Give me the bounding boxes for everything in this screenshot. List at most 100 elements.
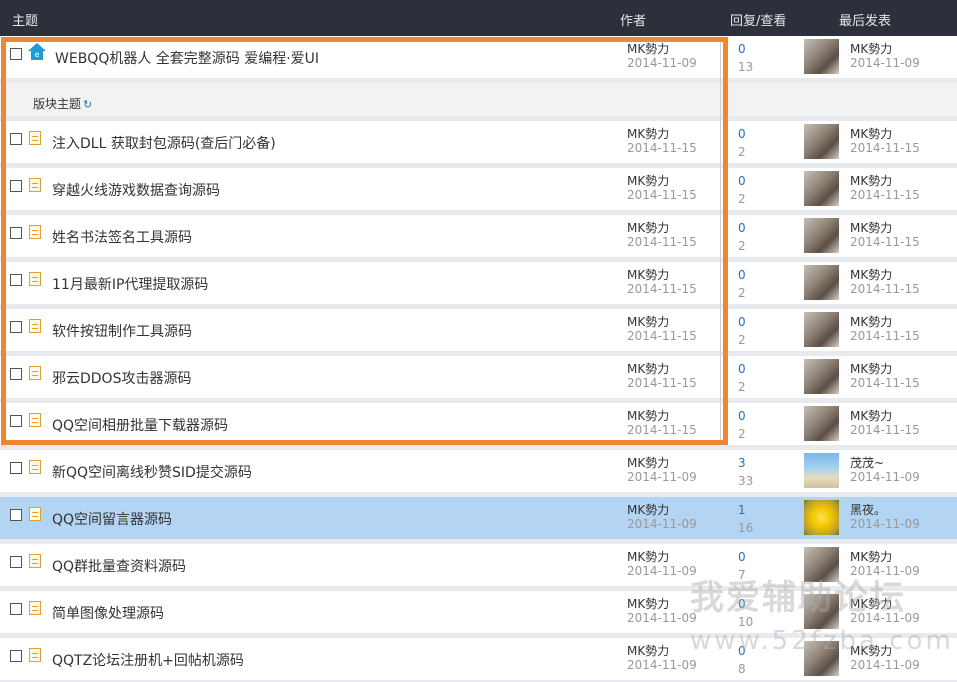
row-checkbox[interactable]	[10, 650, 22, 662]
thread-author: MK勢力 2014-11-09	[627, 503, 697, 531]
avatar[interactable]	[804, 124, 839, 159]
avatar[interactable]	[804, 359, 839, 394]
last-post: MK勢力 2014-11-15	[850, 174, 920, 202]
thread-title-link[interactable]: QQTZ论坛注册机+回帖机源码	[52, 650, 244, 670]
reply-count[interactable]: 0	[738, 360, 746, 378]
thread-title-link[interactable]: 邪云DDOS攻击器源码	[52, 368, 191, 388]
last-post-user-link[interactable]: MK勢力	[850, 127, 892, 141]
avatar[interactable]	[804, 500, 839, 535]
last-post-date: 2014-11-15	[850, 141, 920, 155]
thread-title-link[interactable]: 软件按钮制作工具源码	[52, 321, 192, 341]
author-link[interactable]: MK勢力	[627, 644, 669, 658]
thread-title-link[interactable]: QQ群批量查资料源码	[52, 556, 186, 576]
author-link[interactable]: MK勢力	[627, 597, 669, 611]
section-row: 版块主题 ↻	[0, 83, 957, 121]
reply-count[interactable]: 3	[738, 454, 753, 472]
row-checkbox[interactable]	[10, 180, 22, 192]
thread-author: MK勢力 2014-11-09	[627, 644, 697, 672]
reply-view-counts: 0 13	[738, 40, 753, 76]
reply-count[interactable]: 0	[738, 172, 746, 190]
author-link[interactable]: MK勢力	[627, 174, 669, 188]
last-post-user-link[interactable]: MK勢力	[850, 409, 892, 423]
document-icon	[29, 648, 41, 662]
row-checkbox[interactable]	[10, 556, 22, 568]
view-count: 33	[738, 474, 754, 488]
last-post-user-link[interactable]: MK勢力	[850, 42, 892, 56]
view-count: 13	[738, 60, 754, 74]
thread-title-link[interactable]: 简单图像处理源码	[52, 603, 164, 623]
author-link[interactable]: MK勢力	[627, 503, 669, 517]
svg-text:e: e	[35, 50, 40, 59]
view-count: 2	[738, 380, 746, 394]
row-checkbox[interactable]	[10, 321, 22, 333]
last-post-user-link[interactable]: MK勢力	[850, 174, 892, 188]
reply-view-counts: 0 2	[738, 407, 746, 443]
document-icon	[29, 272, 41, 286]
row-checkbox[interactable]	[10, 274, 22, 286]
last-post-user-link[interactable]: MK勢力	[850, 362, 892, 376]
refresh-icon[interactable]: ↻	[83, 98, 92, 111]
row-checkbox[interactable]	[10, 462, 22, 474]
table-row: 穿越火线游戏数据查询源码 MK勢力 2014-11-15 0 2 MK勢力 2 0…	[0, 168, 957, 215]
author-link[interactable]: MK勢力	[627, 550, 669, 564]
table-row: 注入DLL 获取封包源码(查后门必备) MK勢力 2014-11-15 0 2 …	[0, 121, 957, 168]
post-date: 2014-11-09	[627, 517, 697, 531]
row-checkbox[interactable]	[10, 133, 22, 145]
thread-title-link[interactable]: 姓名书法签名工具源码	[52, 227, 192, 247]
last-post-user-link[interactable]: 茂茂~	[850, 456, 884, 470]
author-link[interactable]: MK勢力	[627, 221, 669, 235]
avatar[interactable]	[804, 171, 839, 206]
reply-count[interactable]: 0	[738, 548, 746, 566]
row-checkbox[interactable]	[10, 603, 22, 615]
avatar[interactable]	[804, 312, 839, 347]
row-checkbox[interactable]	[10, 48, 22, 60]
avatar[interactable]	[804, 218, 839, 253]
row-checkbox[interactable]	[10, 415, 22, 427]
reply-count[interactable]: 0	[738, 125, 746, 143]
author-link[interactable]: MK勢力	[627, 315, 669, 329]
reply-count[interactable]: 0	[738, 219, 746, 237]
thread-author: MK勢力 2014-11-09	[627, 550, 697, 578]
header-reply-view: 回复/查看	[730, 14, 787, 29]
view-count: 2	[738, 192, 746, 206]
author-link[interactable]: MK勢力	[627, 456, 669, 470]
avatar[interactable]	[804, 453, 839, 488]
reply-count[interactable]: 0	[738, 407, 746, 425]
reply-count[interactable]: 1	[738, 501, 753, 519]
last-post-user-link[interactable]: MK勢力	[850, 221, 892, 235]
row-checkbox[interactable]	[10, 368, 22, 380]
last-post-user-link[interactable]: MK勢力	[850, 550, 892, 564]
last-post: 茂茂~ 2014-11-09	[850, 456, 920, 484]
thread-title-link[interactable]: WEBQQ机器人 全套完整源码 爱编程·爱UI	[55, 48, 319, 68]
reply-count[interactable]: 0	[738, 313, 746, 331]
reply-view-counts: 0 2	[738, 172, 746, 208]
last-post-user-link[interactable]: 黑夜。	[850, 503, 886, 517]
last-post: MK勢力 2014-11-15	[850, 268, 920, 296]
reply-count[interactable]: 0	[738, 40, 753, 58]
thread-title-link[interactable]: QQ空间相册批量下载器源码	[52, 415, 228, 435]
row-checkbox[interactable]	[10, 509, 22, 521]
last-post-date: 2014-11-09	[850, 517, 920, 531]
last-post-user-link[interactable]: MK勢力	[850, 315, 892, 329]
author-link[interactable]: MK勢力	[627, 42, 669, 56]
view-count: 8	[738, 662, 746, 676]
last-post: MK勢力 2014-11-15	[850, 221, 920, 249]
thread-title-link[interactable]: 11月最新IP代理提取源码	[52, 274, 208, 294]
author-link[interactable]: MK勢力	[627, 362, 669, 376]
thread-title-link[interactable]: 新QQ空间离线秒赞SID提交源码	[52, 462, 252, 482]
avatar[interactable]	[804, 265, 839, 300]
author-link[interactable]: MK勢力	[627, 127, 669, 141]
avatar[interactable]	[804, 39, 839, 74]
table-row: 姓名书法签名工具源码 MK勢力 2014-11-15 0 2 MK勢力 2014…	[0, 215, 957, 262]
reply-count[interactable]: 0	[738, 266, 746, 284]
avatar[interactable]	[804, 406, 839, 441]
thread-title-link[interactable]: QQ空间留言器源码	[52, 509, 172, 529]
author-link[interactable]: MK勢力	[627, 409, 669, 423]
last-post-date: 2014-11-15	[850, 376, 920, 390]
row-checkbox[interactable]	[10, 227, 22, 239]
last-post-user-link[interactable]: MK勢力	[850, 268, 892, 282]
post-date: 2014-11-09	[627, 564, 697, 578]
author-link[interactable]: MK勢力	[627, 268, 669, 282]
thread-title-link[interactable]: 注入DLL 获取封包源码(查后门必备)	[52, 133, 276, 153]
thread-title-link[interactable]: 穿越火线游戏数据查询源码	[52, 180, 220, 200]
